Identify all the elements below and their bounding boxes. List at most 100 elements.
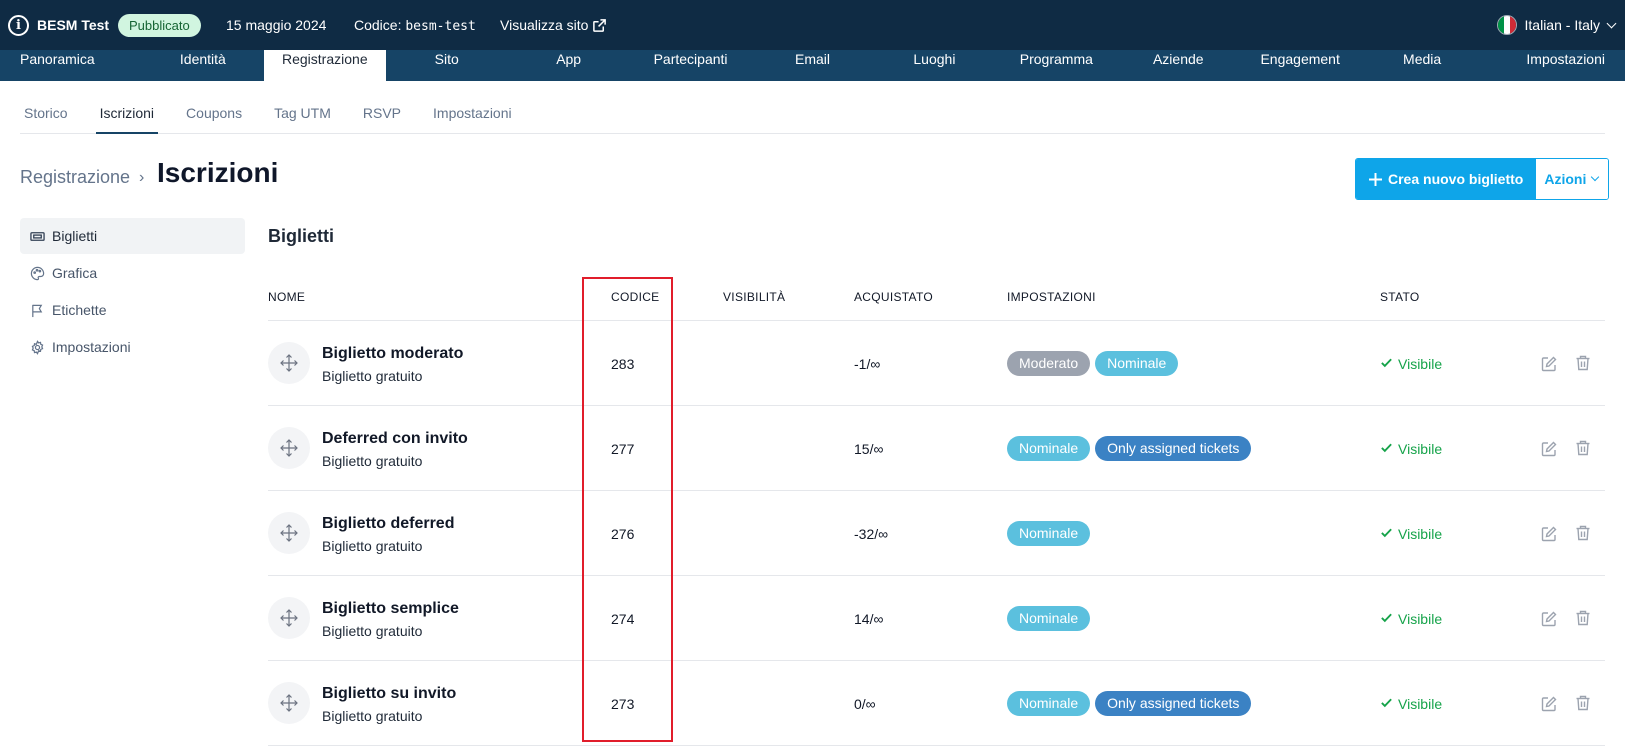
trash-icon[interactable] <box>1574 354 1592 372</box>
gear-icon <box>30 339 45 355</box>
ticket-name[interactable]: Biglietto su invito <box>322 685 456 703</box>
nav-item-engagement[interactable]: Engagement <box>1239 50 1361 81</box>
ticket-name[interactable]: Biglietto moderato <box>322 345 463 363</box>
status-label: Visibile <box>1398 441 1443 457</box>
page-title: Iscrizioni <box>157 157 279 188</box>
event-code: Codice: besm-test <box>354 17 476 34</box>
nav-item-luoghi[interactable]: Luoghi <box>873 50 995 81</box>
check-icon <box>1380 441 1393 457</box>
side-item-label: Impostazioni <box>52 339 131 355</box>
settings-tag: Nominale <box>1007 521 1091 546</box>
tab-coupons[interactable]: Coupons <box>182 98 246 134</box>
ticket-settings-tags: Nominale Only assigned tickets <box>1007 436 1252 461</box>
check-icon <box>1380 356 1393 372</box>
nav-item-sito[interactable]: Sito <box>386 50 508 81</box>
drag-handle-icon[interactable] <box>268 682 310 724</box>
table-row: Biglietto semplice Biglietto gratuito 274 1… <box>268 576 1605 661</box>
settings-tag: Only assigned tickets <box>1095 436 1252 461</box>
nav-item-impostazioni[interactable]: Impostazioni <box>1483 50 1625 81</box>
check-icon <box>1380 526 1393 542</box>
settings-tag: Only assigned tickets <box>1095 691 1252 716</box>
plus-icon <box>1369 172 1382 186</box>
side-menu: Biglietti Grafica Etichette Impostazioni <box>20 218 245 366</box>
breadcrumb[interactable]: Registrazione <box>20 167 130 188</box>
side-item-impostazioni[interactable]: Impostazioni <box>20 329 245 365</box>
drag-handle-icon[interactable] <box>268 427 310 469</box>
column-header-status: STATO <box>1380 290 1420 304</box>
main-nav: Panoramica Identità Registrazione Sito App Pa… <box>0 50 1625 81</box>
status-label: Visibile <box>1398 526 1443 542</box>
ticket-purchased: 0/∞ <box>854 696 876 712</box>
actions-dropdown[interactable]: Azioni <box>1536 159 1609 199</box>
ticket-icon <box>30 229 45 244</box>
status-visible: Visibile <box>1380 526 1442 542</box>
view-site-link[interactable]: Visualizza sito <box>500 17 607 33</box>
drag-handle-icon[interactable] <box>268 342 310 384</box>
edit-icon[interactable] <box>1540 525 1558 543</box>
side-item-grafica[interactable]: Grafica <box>20 255 245 291</box>
ticket-settings-tags: Moderato Nominale <box>1007 351 1179 376</box>
tab-impostazioni[interactable]: Impostazioni <box>429 98 516 134</box>
language-selector[interactable]: Italian - Italy <box>1496 15 1617 35</box>
status-visible: Visibile <box>1380 696 1442 712</box>
section-title: Biglietti <box>268 226 334 246</box>
column-header-visibility: VISIBILITÀ <box>723 290 786 304</box>
info-icon[interactable]: i <box>8 15 29 36</box>
tab-tag-utm[interactable]: Tag UTM <box>270 98 335 134</box>
status-label: Visibile <box>1398 356 1443 372</box>
event-date: 15 maggio 2024 <box>226 17 327 33</box>
nav-item-partecipanti[interactable]: Partecipanti <box>630 50 752 81</box>
view-site-label: Visualizza sito <box>500 17 589 33</box>
event-code-value: besm-test <box>405 19 476 34</box>
status-visible: Visibile <box>1380 441 1442 457</box>
drag-handle-icon[interactable] <box>268 512 310 554</box>
status-visible: Visibile <box>1380 611 1442 627</box>
check-icon <box>1380 696 1393 712</box>
table-row: Biglietto moderato Biglietto gratuito 283-… <box>268 321 1605 406</box>
actions-label: Azioni <box>1544 171 1587 187</box>
breadcrumb-separator: › <box>139 169 145 186</box>
italy-flag-icon <box>1496 15 1517 35</box>
edit-icon[interactable] <box>1540 695 1558 713</box>
edit-icon[interactable] <box>1540 440 1558 458</box>
language-label: Italian - Italy <box>1524 17 1600 33</box>
nav-item-app[interactable]: App <box>508 50 630 81</box>
nav-item-programma[interactable]: Programma <box>995 50 1117 81</box>
nav-item-email[interactable]: Email <box>752 50 874 81</box>
settings-tag: Nominale <box>1007 436 1091 461</box>
ticket-name[interactable]: Biglietto deferred <box>322 515 454 533</box>
tab-storico[interactable]: Storico <box>20 98 72 134</box>
flag-icon <box>30 303 45 318</box>
nav-item-aziende[interactable]: Aziende <box>1117 50 1239 81</box>
tab-iscrizioni[interactable]: Iscrizioni <box>95 98 159 134</box>
tab-rsvp[interactable]: RSVP <box>359 98 405 134</box>
create-ticket-button[interactable]: Crea nuovo biglietto <box>1356 159 1537 199</box>
ticket-purchased: 15/∞ <box>854 441 884 457</box>
nav-item-identit-[interactable]: Identità <box>142 50 264 81</box>
ticket-type: Biglietto gratuito <box>322 453 423 469</box>
edit-icon[interactable] <box>1540 610 1558 628</box>
settings-tag: Moderato <box>1007 351 1091 376</box>
event-code-label: Codice: <box>354 17 402 33</box>
edit-icon[interactable] <box>1540 355 1558 373</box>
side-item-biglietti[interactable]: Biglietti <box>20 218 245 254</box>
table-row: Deferred con invito Biglietto gratuito 277… <box>268 406 1605 491</box>
drag-handle-icon[interactable] <box>268 597 310 639</box>
chevron-down-icon <box>1606 18 1617 28</box>
ticket-settings-tags: Nominale <box>1007 606 1091 631</box>
nav-item-panoramica[interactable]: Panoramica <box>0 50 142 81</box>
trash-icon[interactable] <box>1574 439 1592 457</box>
ticket-purchased: -1/∞ <box>854 356 881 372</box>
settings-tag: Nominale <box>1007 606 1091 631</box>
ticket-name[interactable]: Deferred con invito <box>322 430 468 448</box>
external-link-icon <box>593 18 607 32</box>
trash-icon[interactable] <box>1574 609 1592 627</box>
status-label: Visibile <box>1398 611 1443 627</box>
nav-item-media[interactable]: Media <box>1361 50 1483 81</box>
side-item-etichette[interactable]: Etichette <box>20 292 245 328</box>
trash-icon[interactable] <box>1574 694 1592 712</box>
nav-item-registrazione[interactable]: Registrazione <box>263 50 386 81</box>
table-row: Biglietto deferred Biglietto gratuito 276-… <box>268 491 1605 576</box>
trash-icon[interactable] <box>1574 524 1592 542</box>
ticket-name[interactable]: Biglietto semplice <box>322 600 459 618</box>
